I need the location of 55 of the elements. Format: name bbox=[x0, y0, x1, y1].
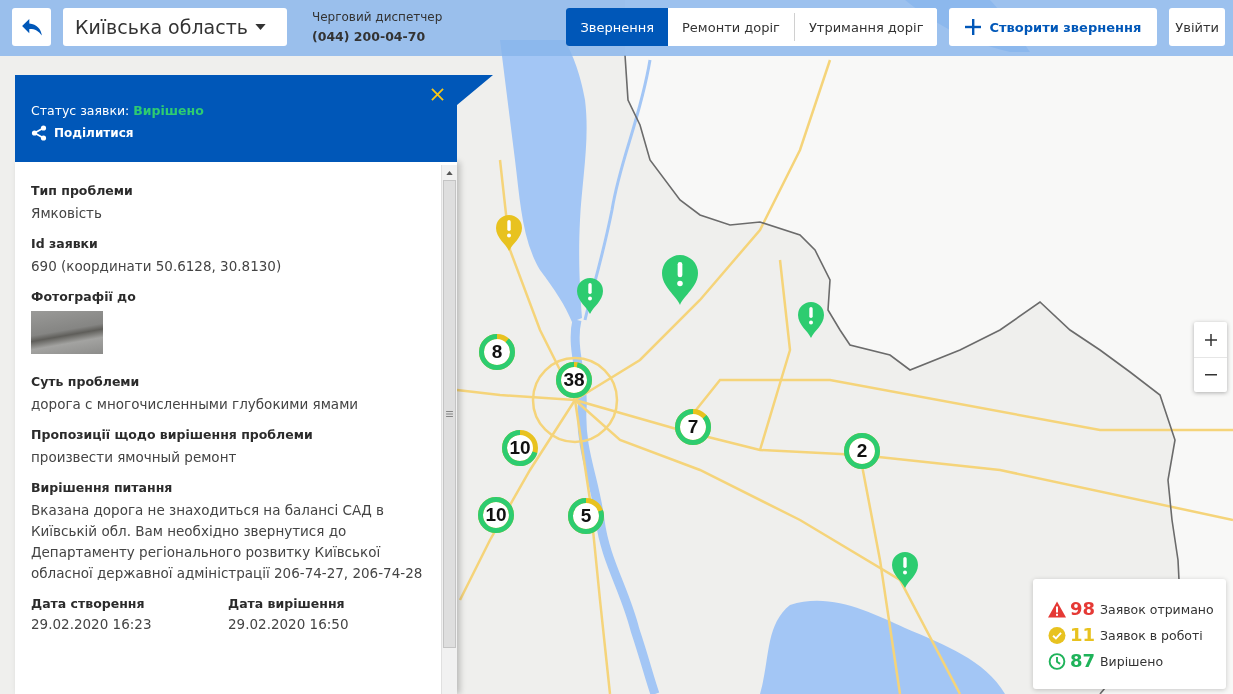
back-button[interactable] bbox=[12, 8, 51, 46]
cluster-marker[interactable]: 7 bbox=[675, 409, 711, 445]
dispatcher-phone: (044) 200-04-70 bbox=[312, 28, 427, 46]
close-icon bbox=[431, 88, 444, 101]
legend-label: Вирішено bbox=[1100, 653, 1164, 669]
create-request-button[interactable]: Створити звернення bbox=[949, 8, 1158, 46]
cluster-marker[interactable]: 5 bbox=[568, 498, 604, 534]
scrollbar-thumb[interactable] bbox=[443, 180, 456, 648]
cluster-marker[interactable]: 10 bbox=[478, 497, 514, 533]
legend-label: Заявок отримано bbox=[1100, 601, 1214, 617]
photo-placeholder[interactable] bbox=[31, 311, 103, 354]
legend-count: 98 bbox=[1070, 597, 1097, 621]
scroll-up-icon[interactable] bbox=[446, 171, 453, 175]
field-value: Ямковість bbox=[31, 204, 102, 223]
field-label: Id заявки bbox=[31, 235, 98, 253]
share-icon bbox=[31, 125, 47, 141]
legend-count: 87 bbox=[1070, 649, 1097, 673]
map-pin-icon[interactable] bbox=[798, 302, 824, 338]
date-label: Дата вирішення bbox=[228, 595, 345, 613]
region-select[interactable]: Київська область bbox=[63, 8, 287, 46]
share-link[interactable]: Поділитися bbox=[31, 125, 134, 141]
cluster-marker[interactable]: 8 bbox=[479, 334, 515, 370]
field-label: Пропозиції щодо вирішення проблеми bbox=[31, 426, 313, 444]
caret-icon bbox=[254, 24, 266, 30]
field-value: Вказана дорога не знаходиться на балансі САД в Київській обл. Вам необхідно звернутися до Департаменту регіонального розвитку Київської обласної державної адміністрації 206-74-27, 206-74-28 bbox=[31, 501, 424, 583]
dispatcher-label: Черговий диспетчер bbox=[312, 9, 443, 26]
field-label: Тип проблеми bbox=[31, 182, 133, 200]
map-pin-icon[interactable] bbox=[892, 552, 918, 588]
map-pin-icon[interactable] bbox=[577, 278, 603, 314]
field-value: произвести ямочный ремонт bbox=[31, 448, 237, 467]
legend-label: Заявок в роботі bbox=[1100, 627, 1203, 643]
plus-icon bbox=[965, 19, 982, 35]
scrollbar-track[interactable] bbox=[441, 165, 457, 694]
cluster-marker[interactable]: 2 bbox=[844, 433, 880, 469]
date-label: Дата створення bbox=[31, 595, 145, 613]
field-value: 690 (координати 50.6128, 30.8130) bbox=[31, 257, 282, 276]
field-label: Суть проблеми bbox=[31, 373, 140, 391]
field-label: Вирішення питання bbox=[31, 479, 173, 497]
date-value: 29.02.2020 16:23 bbox=[31, 615, 152, 634]
back-arrow-icon bbox=[20, 18, 43, 36]
zoom-in-icon bbox=[1204, 333, 1217, 346]
map-pin-icon[interactable] bbox=[662, 255, 698, 305]
field-label: Фотографії до bbox=[31, 288, 136, 306]
status-label: Статус заявки: bbox=[31, 102, 130, 120]
grip-icon bbox=[446, 411, 453, 417]
status-value: Вирішено bbox=[133, 102, 204, 120]
field-value: дорога с многочисленными глубокими ямами bbox=[31, 395, 359, 414]
login-button[interactable]: Увійти bbox=[1169, 8, 1225, 46]
cluster-marker[interactable]: 10 bbox=[502, 430, 538, 466]
map-pin-icon[interactable] bbox=[496, 215, 522, 251]
date-value: 29.02.2020 16:50 bbox=[228, 615, 349, 634]
close-button[interactable] bbox=[431, 88, 444, 101]
cluster-marker[interactable]: 38 bbox=[556, 362, 592, 398]
tab[interactable]: Звернення bbox=[566, 8, 669, 46]
legend-count: 11 bbox=[1070, 623, 1097, 647]
